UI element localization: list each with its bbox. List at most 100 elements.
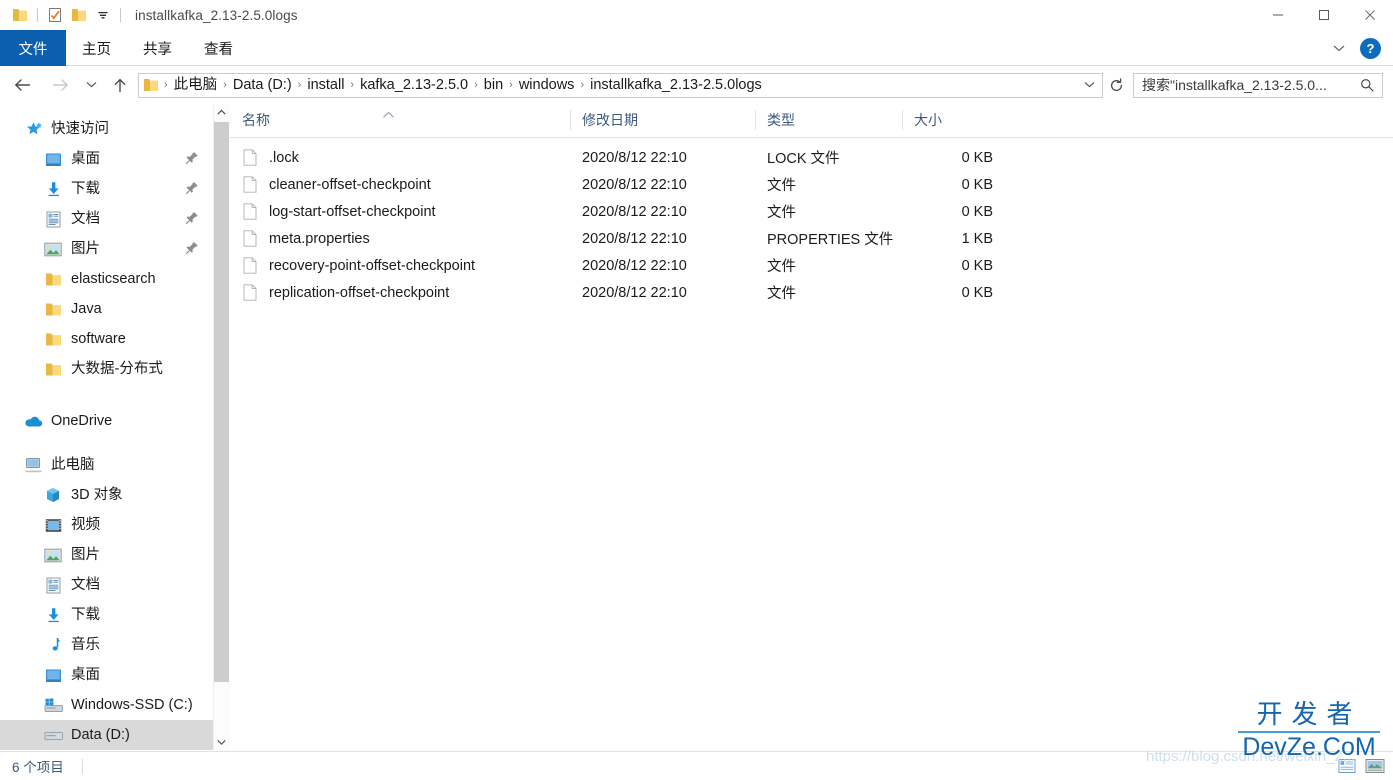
file-icon	[240, 256, 260, 276]
minimize-button[interactable]	[1255, 0, 1301, 30]
sidebar-item-3d-objects[interactable]: 3D 对象	[0, 480, 213, 510]
customize-dropdown-icon[interactable]	[91, 3, 115, 27]
address-chevron-down-icon[interactable]	[1078, 74, 1100, 97]
scrollbar-thumb[interactable]	[214, 122, 229, 682]
sidebar-item-elasticsearch[interactable]: elasticsearch	[0, 264, 213, 294]
file-name: log-start-offset-checkpoint	[269, 203, 436, 220]
sidebar-item-label: 桌面	[71, 151, 100, 167]
table-row[interactable]: replication-offset-checkpoint 2020/8/12 …	[230, 279, 1393, 306]
sidebar-item-documents-pc[interactable]: 文档	[0, 570, 213, 600]
breadcrumb-item-install[interactable]: install	[302, 74, 349, 97]
search-box[interactable]: 搜索"installkafka_2.13-2.5.0...	[1133, 72, 1383, 98]
file-date: 2020/8/12 22:10	[582, 176, 687, 193]
breadcrumb-item-kafka[interactable]: kafka_2.13-2.5.0	[355, 74, 473, 97]
properties-icon[interactable]	[43, 3, 67, 27]
sidebar-item-downloads-pc[interactable]: 下载	[0, 600, 213, 630]
file-type: PROPERTIES 文件	[767, 232, 894, 248]
up-button[interactable]	[106, 71, 134, 99]
status-bar: 6 个项目	[0, 751, 1393, 780]
details-view-button[interactable]	[1335, 754, 1359, 778]
folder-icon[interactable]	[8, 3, 32, 27]
pin-icon[interactable]	[185, 211, 199, 225]
breadcrumb-item-data-d[interactable]: Data (D:)	[228, 74, 297, 97]
sidebar-item-pictures-pc[interactable]: 图片	[0, 540, 213, 570]
sidebar-item-data-d[interactable]: Data (D:)	[0, 720, 213, 750]
breadcrumb-item-logs[interactable]: installkafka_2.13-2.5.0logs	[585, 74, 767, 97]
breadcrumb-item-windows[interactable]: windows	[514, 74, 580, 97]
expand-ribbon-chevron-down-icon[interactable]	[1328, 37, 1350, 59]
file-date: 2020/8/12 22:10	[582, 203, 687, 220]
file-name-cell[interactable]: cleaner-offset-checkpoint	[230, 175, 570, 195]
address-bar[interactable]: › 此电脑 › Data (D:) › install › kafka_2.13…	[138, 72, 1103, 98]
large-icons-view-button[interactable]	[1363, 754, 1387, 778]
table-row[interactable]: log-start-offset-checkpoint 2020/8/12 22…	[230, 198, 1393, 225]
file-type: 文件	[767, 178, 796, 194]
system-drive-icon	[42, 695, 64, 715]
star-icon	[22, 119, 44, 139]
sidebar-item-bigdata[interactable]: 大数据-分布式	[0, 354, 213, 384]
sort-ascending-icon	[382, 106, 395, 122]
back-button[interactable]	[8, 71, 36, 99]
breadcrumb-item-bin[interactable]: bin	[479, 74, 508, 97]
column-header-name[interactable]: 名称	[230, 103, 570, 137]
sidebar-group-label: 此电脑	[51, 457, 95, 473]
toolbar-divider-2	[120, 8, 121, 22]
table-row[interactable]: meta.properties 2020/8/12 22:10 PROPERTI…	[230, 225, 1393, 252]
sidebar-item-downloads[interactable]: 下载	[0, 174, 213, 204]
file-name-cell[interactable]: recovery-point-offset-checkpoint	[230, 256, 570, 276]
pin-icon[interactable]	[185, 181, 199, 195]
sidebar-item-desktop[interactable]: 桌面	[0, 144, 213, 174]
sidebar-item-documents[interactable]: 文档	[0, 204, 213, 234]
file-size: 0 KB	[961, 176, 993, 193]
sidebar-item-windows-ssd-c[interactable]: Windows-SSD (C:)	[0, 690, 213, 720]
recent-locations-chevron-down-icon[interactable]	[78, 71, 104, 99]
pin-icon[interactable]	[185, 151, 199, 165]
sidebar-group-onedrive[interactable]: OneDrive	[0, 406, 213, 436]
close-button[interactable]	[1347, 0, 1393, 30]
sidebar-item-desktop-pc[interactable]: 桌面	[0, 660, 213, 690]
file-name-cell[interactable]: .lock	[230, 148, 570, 168]
sidebar-item-software[interactable]: software	[0, 324, 213, 354]
sidebar-item-music[interactable]: 音乐	[0, 630, 213, 660]
search-input[interactable]: 搜索"installkafka_2.13-2.5.0...	[1142, 75, 1327, 95]
sidebar-group-this-pc[interactable]: 此电脑	[0, 450, 213, 480]
table-row[interactable]: recovery-point-offset-checkpoint 2020/8/…	[230, 252, 1393, 279]
column-header-label: 大小	[914, 112, 942, 128]
file-name-cell[interactable]: replication-offset-checkpoint	[230, 283, 570, 303]
desktop-icon	[42, 665, 64, 685]
column-header-size[interactable]: 大小	[902, 103, 1005, 137]
forward-button[interactable]	[46, 71, 74, 99]
table-row[interactable]: cleaner-offset-checkpoint 2020/8/12 22:1…	[230, 171, 1393, 198]
tab-home[interactable]: 主页	[66, 30, 127, 66]
tab-file[interactable]: 文件	[0, 30, 66, 66]
sidebar-item-label: 视频	[71, 517, 100, 533]
tab-view[interactable]: 查看	[188, 30, 249, 66]
sidebar-item-label: 文档	[71, 211, 100, 227]
pin-icon[interactable]	[185, 241, 199, 255]
navigation-scrollbar[interactable]	[213, 104, 230, 751]
file-name-cell[interactable]: meta.properties	[230, 229, 570, 249]
sidebar-group-quick-access[interactable]: 快速访问	[0, 114, 213, 144]
scroll-down-icon[interactable]	[213, 734, 230, 751]
help-button[interactable]: ?	[1360, 37, 1381, 59]
refresh-button[interactable]	[1103, 71, 1129, 99]
3d-object-icon	[42, 485, 64, 505]
column-header-label: 名称	[242, 112, 270, 128]
column-header-label: 修改日期	[582, 112, 638, 128]
file-type: 文件	[767, 259, 796, 275]
sidebar-item-java[interactable]: Java	[0, 294, 213, 324]
column-header-type[interactable]: 类型	[755, 103, 902, 137]
file-name-cell[interactable]: log-start-offset-checkpoint	[230, 202, 570, 222]
scroll-up-icon[interactable]	[213, 104, 230, 121]
file-rows: .lock 2020/8/12 22:10 LOCK 文件 0 KB clean…	[230, 138, 1393, 306]
tab-share[interactable]: 共享	[127, 30, 188, 66]
sidebar-item-pictures[interactable]: 图片	[0, 234, 213, 264]
breadcrumb-item-this-pc[interactable]: 此电脑	[169, 74, 223, 97]
table-row[interactable]: .lock 2020/8/12 22:10 LOCK 文件 0 KB	[230, 144, 1393, 171]
column-header-date-modified[interactable]: 修改日期	[570, 103, 755, 137]
sidebar-item-videos[interactable]: 视频	[0, 510, 213, 540]
maximize-button[interactable]	[1301, 0, 1347, 30]
file-icon	[240, 283, 260, 303]
sidebar-item-label: 文档	[71, 577, 100, 593]
new-folder-icon[interactable]	[67, 3, 91, 27]
